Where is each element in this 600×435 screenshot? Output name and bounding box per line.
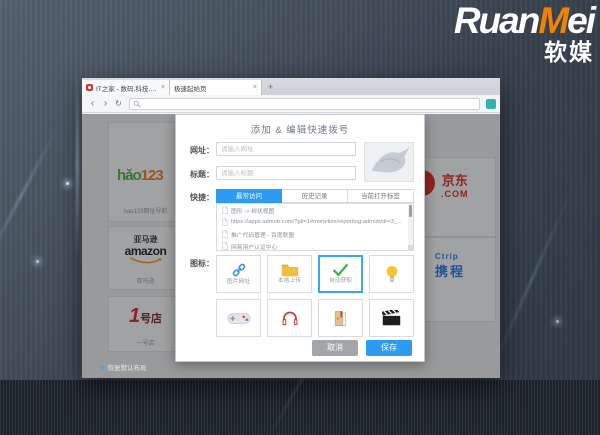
light-glint xyxy=(36,260,39,263)
dialog-title: 添加 & 编辑快速拨号 xyxy=(176,122,424,136)
save-button[interactable]: 保存 xyxy=(366,340,412,356)
speed-dial-dialog: 添加 & 编辑快速拨号 网址： 标题： 快捷： 最常访问 历史记录 当前打 xyxy=(175,114,425,362)
scrollbar[interactable] xyxy=(408,204,413,250)
icon-option-gamepad[interactable] xyxy=(216,299,261,337)
icon-option-label: 自动获取 xyxy=(329,279,352,285)
new-tab-button[interactable]: + xyxy=(268,83,273,92)
desktop: RuanMei 软媒 IT之家 - 数码,科技,生活 × 极速起始页 × + ‹… xyxy=(0,0,600,435)
wallpaper-bottom-band xyxy=(0,380,600,435)
fish-logo-icon xyxy=(367,146,411,178)
list-item[interactable]: 网易用户认证中心 xyxy=(217,240,413,251)
check-icon xyxy=(332,263,349,277)
url-input[interactable] xyxy=(216,142,356,156)
tab-bar: IT之家 - 数码,科技,生活 × 极速起始页 × + xyxy=(82,78,500,95)
tab-history[interactable]: 历史记录 xyxy=(282,189,348,203)
suggestion-list: 图形 -> 树状视图 https://apps.admob.com/?pli=1… xyxy=(216,203,414,251)
ruanmei-logo-en: RuanMei xyxy=(454,2,594,39)
diamond-icon: ◆ xyxy=(100,364,105,371)
icon-option-book[interactable] xyxy=(318,299,363,337)
cancel-button[interactable]: 取消 xyxy=(312,340,358,356)
icon-option-headphones[interactable] xyxy=(267,299,312,337)
tab-label: 极速起始页 xyxy=(174,83,250,93)
page-icon xyxy=(222,242,228,250)
address-input[interactable] xyxy=(141,99,476,109)
search-icon xyxy=(133,100,141,108)
page-icon xyxy=(222,206,228,214)
tab-label: IT之家 - 数码,科技,生活 xyxy=(96,83,158,93)
list-item[interactable]: https://apps.admob.com/?pli=1#monetize/r… xyxy=(217,216,413,228)
page-icon xyxy=(222,218,228,226)
title-label: 标题： xyxy=(190,169,214,180)
close-icon[interactable]: × xyxy=(253,84,257,91)
lightbulb-icon xyxy=(384,264,400,284)
clapperboard-icon xyxy=(382,310,401,326)
address-bar[interactable] xyxy=(129,98,480,110)
icon-label: 图标： xyxy=(190,258,214,269)
icon-option-label: 本地上传 xyxy=(278,279,301,285)
folder-icon xyxy=(281,263,299,277)
shortcut-tabs: 最常访问 历史记录 当前打开标签 xyxy=(216,189,414,203)
ruanmei-logo: RuanMei 软媒 xyxy=(454,2,594,64)
icon-option-auto-fetch[interactable]: 自动获取 xyxy=(318,255,363,293)
url-label: 网址： xyxy=(190,145,214,156)
browser-window: IT之家 - 数码,科技,生活 × 极速起始页 × + ‹ › ↻ hǎo123 xyxy=(82,78,500,378)
icon-option-image-url[interactable]: 图片网址 xyxy=(216,255,261,293)
list-item[interactable]: 图形 -> 树状视图 xyxy=(217,204,413,216)
ruanmei-logo-cn: 软媒 xyxy=(454,41,594,64)
title-input[interactable] xyxy=(216,166,356,180)
link-icon xyxy=(231,262,247,278)
reload-icon[interactable]: ↻ xyxy=(112,98,125,110)
light-streak xyxy=(76,70,79,260)
icon-option-bulb[interactable] xyxy=(369,255,414,293)
dialog-buttons: 取消 保存 xyxy=(312,340,412,356)
icon-option-label: 图片网址 xyxy=(227,280,250,286)
tab-most-visited[interactable]: 最常访问 xyxy=(216,189,282,203)
page-icon xyxy=(222,230,228,238)
icon-option-local-upload[interactable]: 本地上传 xyxy=(267,255,312,293)
site-preview-thumbnail xyxy=(364,142,414,182)
ithome-favicon-icon xyxy=(86,84,93,91)
book-icon xyxy=(333,310,348,327)
gamepad-icon xyxy=(227,311,251,326)
icon-option-clapperboard[interactable] xyxy=(369,299,414,337)
scrollbar-down-arrow[interactable] xyxy=(408,245,413,250)
tab-startpage[interactable]: 极速起始页 × xyxy=(170,80,262,95)
speed-dial-page: hǎo123 hao123网址导航 亚马逊 amazon 亚马逊 1号店 一号店… xyxy=(82,114,500,378)
icon-grid: 图片网址 本地上传 自动获取 xyxy=(216,255,414,337)
navigation-bar: ‹ › ↻ xyxy=(82,95,500,113)
restore-layout-label: 恢复默认布局 xyxy=(108,362,147,372)
forward-icon[interactable]: › xyxy=(99,98,112,110)
shortcut-label: 快捷： xyxy=(190,192,214,203)
headphones-icon xyxy=(281,311,299,326)
menu-button[interactable] xyxy=(486,99,496,109)
light-glint xyxy=(556,320,559,323)
tab-open-tabs[interactable]: 当前打开标签 xyxy=(348,189,414,203)
light-glint xyxy=(66,182,69,185)
list-item[interactable]: 推广代码管理 - 百度联盟 xyxy=(217,228,413,240)
close-icon[interactable]: × xyxy=(161,84,165,91)
tab-ithome[interactable]: IT之家 - 数码,科技,生活 × xyxy=(82,80,170,95)
restore-layout-link[interactable]: ◆ 恢复默认布局 xyxy=(100,362,147,372)
back-icon[interactable]: ‹ xyxy=(86,98,99,110)
scrollbar-thumb[interactable] xyxy=(409,205,412,217)
